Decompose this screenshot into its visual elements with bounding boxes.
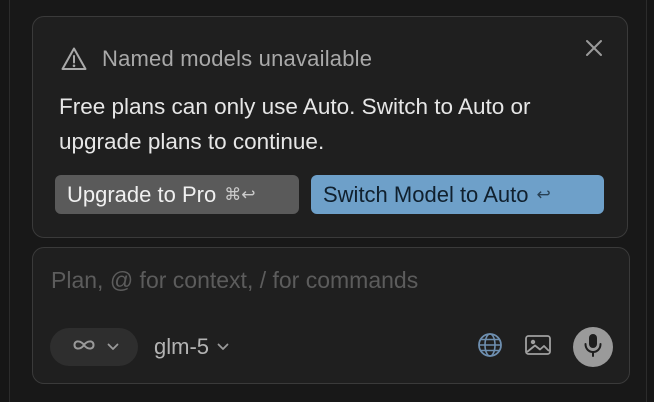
agent-mode-selector[interactable] (50, 328, 138, 366)
prompt-input[interactable] (51, 264, 591, 296)
model-unavailable-alert: Named models unavailable Free plans can … (32, 16, 628, 238)
composer-toolbar: glm-5 (50, 327, 613, 367)
attach-image-button[interactable] (523, 332, 553, 362)
chat-composer: glm-5 (32, 247, 630, 384)
alert-message: Free plans can only use Auto. Switch to … (59, 94, 531, 154)
alert-title: Named models unavailable (102, 46, 373, 71)
model-name: glm-5 (154, 334, 210, 359)
upgrade-button-label: Upgrade to Pro (67, 181, 217, 207)
close-icon (585, 39, 603, 62)
chevron-down-icon (107, 338, 119, 356)
upgrade-to-pro-button[interactable]: Upgrade to Pro ⌘↩ (55, 175, 299, 214)
voice-input-button[interactable] (573, 327, 613, 367)
left-panel-edge (0, 0, 10, 402)
globe-icon (477, 332, 503, 363)
microphone-icon (582, 332, 604, 363)
image-icon (524, 333, 552, 362)
infinity-icon (69, 337, 99, 358)
web-search-button[interactable] (475, 332, 505, 362)
composer-tools (475, 327, 613, 367)
right-panel-edge (646, 0, 654, 402)
upgrade-shortcut-hint: ⌘↩ (224, 184, 256, 204)
close-button[interactable] (583, 39, 605, 61)
warning-triangle-icon (60, 45, 88, 73)
switch-shortcut-hint: ↩ (536, 184, 551, 204)
page: Named models unavailable Free plans can … (0, 0, 654, 402)
alert-header: Named models unavailable (60, 45, 372, 73)
chevron-down-icon (217, 343, 229, 351)
switch-button-label: Switch Model to Auto (323, 181, 529, 207)
alert-actions: Upgrade to Pro ⌘↩ Switch Model to Auto ↩ (55, 175, 604, 214)
model-selector[interactable]: glm-5 (154, 334, 229, 360)
switch-model-to-auto-button[interactable]: Switch Model to Auto ↩ (311, 175, 604, 214)
